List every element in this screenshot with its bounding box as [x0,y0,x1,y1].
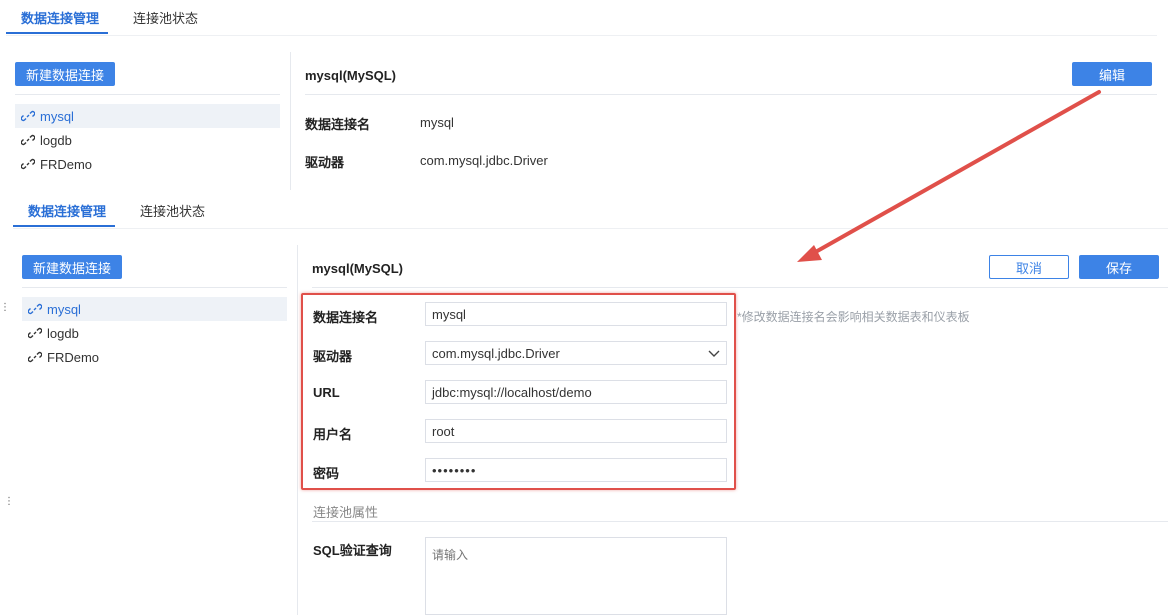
detail-title: mysql(MySQL) [312,261,404,276]
sidebar-item-mysql[interactable]: mysql [22,297,287,321]
connection-name: logdb [40,132,72,148]
connection-name-label: 数据连接名 [305,117,371,132]
link-icon [20,133,36,147]
tab-data-connection-management[interactable]: 数据连接管理 [28,201,106,220]
rename-warning-hint: *修改数据连接名会影响相关数据表和仪表板 [737,310,970,324]
detail-header-divider [312,287,1168,288]
tab-bar-divider [13,228,1168,229]
driver-label: 驱动器 [305,155,345,170]
link-icon [20,157,36,171]
sidebar-divider [22,287,287,288]
connection-name: FRDemo [47,349,100,365]
link-icon [27,350,43,364]
driver-value: com.mysql.jdbc.Driver [420,153,548,168]
sidebar-divider [15,94,280,95]
tab-bar-divider [6,35,1157,36]
sql-validation-textarea[interactable] [425,537,727,615]
connection-name: mysql [40,108,74,124]
tab-connection-pool-status[interactable]: 连接池状态 [140,201,205,220]
edit-button[interactable]: 编辑 [1072,62,1152,86]
sidebar-item-mysql[interactable]: mysql [15,104,280,128]
sidebar-item-frdemo[interactable]: FRDemo [22,345,287,369]
new-connection-button[interactable]: 新建数据连接 [15,62,115,86]
link-icon [20,109,36,123]
connection-name-value: mysql [420,115,454,130]
detail-title: mysql(MySQL) [305,68,397,83]
panel-divider [297,245,298,615]
sidebar-item-frdemo[interactable]: FRDemo [15,152,280,176]
pool-section-divider [312,521,1168,522]
tab-data-connection-management[interactable]: 数据连接管理 [21,8,99,27]
new-connection-button[interactable]: 新建数据连接 [22,255,122,279]
drag-handle-icon[interactable]: ⋮ [4,497,14,507]
tab-connection-pool-status[interactable]: 连接池状态 [133,8,198,27]
form-highlight-box [301,293,736,490]
sidebar-item-logdb[interactable]: logdb [22,321,287,345]
connection-name: mysql [47,301,81,317]
connection-name: logdb [47,325,79,341]
sidebar-item-logdb[interactable]: logdb [15,128,280,152]
panel-divider [290,52,291,190]
cancel-button[interactable]: 取消 [989,255,1069,279]
link-icon [27,326,43,340]
save-button[interactable]: 保存 [1079,255,1159,279]
drag-handle-icon[interactable]: ⋮ [0,303,10,313]
detail-header-divider [305,94,1157,95]
connection-name: FRDemo [40,156,93,172]
sql-validation-label: SQL验证查询 [313,543,392,558]
active-tab-underline [13,225,115,227]
link-icon [27,302,43,316]
pool-section-title: 连接池属性 [313,505,379,520]
active-tab-underline [6,32,108,34]
